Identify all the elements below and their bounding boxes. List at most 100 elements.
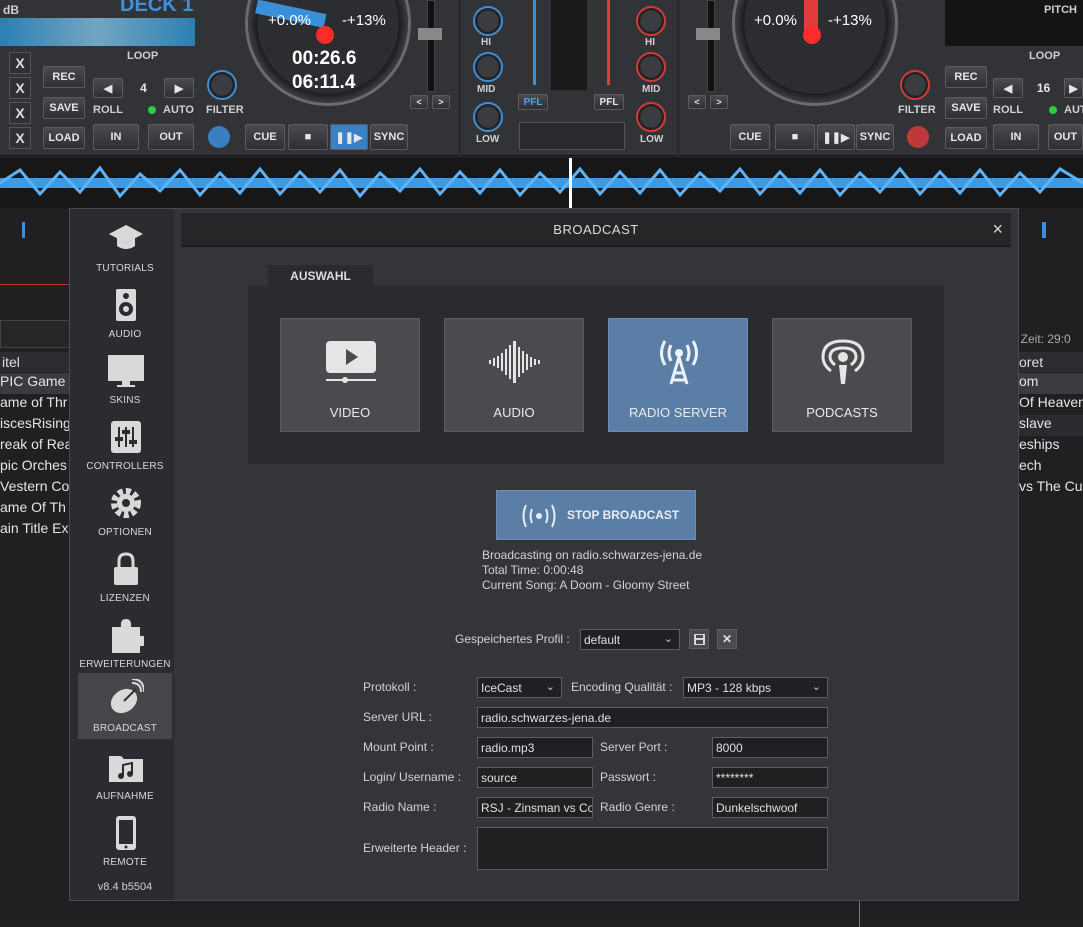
fx-right-icon[interactable] [907, 126, 929, 148]
table-row[interactable]: ech [1019, 457, 1083, 478]
column-header-title[interactable]: itel [2, 354, 20, 370]
volume-fader-right[interactable] [607, 0, 610, 85]
loop-in-right-button[interactable]: IN [993, 124, 1039, 150]
pitch-down-right-button[interactable]: < [688, 95, 706, 109]
sync-button[interactable]: SYNC [370, 124, 408, 150]
play-pause-right-button[interactable]: ❚❚▶ [817, 124, 855, 150]
login-input[interactable]: source [477, 767, 593, 788]
save-right-button[interactable]: SAVE [945, 97, 987, 119]
table-row[interactable]: Vestern Co [0, 478, 69, 499]
pitch-down-button[interactable]: < [410, 95, 428, 109]
search-box[interactable] [0, 320, 71, 348]
radio-genre-input[interactable]: Dunkelschwoof [712, 797, 828, 818]
column-header-right[interactable]: oret [1019, 354, 1043, 370]
loop-next-right-button[interactable]: ▶ [1064, 78, 1083, 98]
cue-right-button[interactable]: CUE [730, 124, 770, 150]
crossfader[interactable] [519, 122, 625, 150]
auto-right-label[interactable]: AUTO [1064, 104, 1083, 116]
extended-header-textarea[interactable] [477, 827, 828, 870]
pitch-fader-right[interactable] [707, 0, 715, 92]
nav-skins[interactable]: SKINS [78, 347, 172, 411]
stop-right-button[interactable]: ■ [775, 124, 815, 150]
pitch-fader-right-handle[interactable] [696, 28, 720, 40]
pitch-up-button[interactable]: > [432, 95, 450, 109]
table-row[interactable]: pic Orches [0, 457, 69, 478]
loop-prev-right-button[interactable]: ◀ [993, 78, 1023, 98]
choice-audio[interactable]: AUDIO [444, 318, 584, 432]
table-row[interactable]: Of Heaven [1019, 394, 1083, 415]
table-row[interactable]: slave [1019, 415, 1083, 436]
load-button[interactable]: LOAD [43, 127, 85, 149]
filter-knob[interactable] [207, 70, 237, 100]
pitch-fader-handle[interactable] [418, 28, 442, 40]
nav-optionen[interactable]: OPTIONEN [78, 479, 172, 543]
waveform-overview[interactable] [0, 158, 1083, 208]
password-input[interactable]: ******** [712, 767, 828, 788]
sync-right-button[interactable]: SYNC [856, 124, 894, 150]
delete-profile-button[interactable]: ✕ [717, 629, 737, 649]
eq-low-right-knob[interactable] [636, 102, 666, 132]
rec-button[interactable]: REC [43, 66, 85, 88]
server-port-input[interactable]: 8000 [712, 737, 828, 758]
nav-lizenzen[interactable]: LIZENZEN [78, 545, 172, 609]
table-row[interactable]: ame of Thr [0, 394, 69, 415]
stop-button[interactable]: ■ [288, 124, 328, 150]
close-icon[interactable]: × [992, 219, 1003, 240]
deck-left-x-button-1[interactable]: X [9, 52, 31, 74]
nav-tutorials[interactable]: TUTORIALS [78, 215, 172, 279]
nav-controllers[interactable]: CONTROLLERS [78, 413, 172, 477]
loop-in-button[interactable]: IN [93, 124, 139, 150]
volume-fader-left[interactable] [533, 0, 536, 85]
radio-name-input[interactable]: RSJ - Zinsman vs Cold [477, 797, 593, 818]
save-profile-button[interactable] [689, 629, 709, 649]
choice-podcasts[interactable]: PODCASTS [772, 318, 912, 432]
table-row[interactable]: eships [1019, 436, 1083, 457]
save-button[interactable]: SAVE [43, 97, 85, 119]
eq-mid-right-knob[interactable] [636, 52, 666, 82]
deck-left-x-button-3[interactable]: X [9, 102, 31, 124]
loop-out-button[interactable]: OUT [148, 124, 194, 150]
nav-erweiterungen[interactable]: ERWEITERUNGEN [78, 611, 172, 675]
table-row[interactable]: PIC Game [0, 373, 69, 394]
choice-radio-server[interactable]: RADIO SERVER [608, 318, 748, 432]
eq-hi-left-knob[interactable] [473, 6, 503, 36]
nav-audio[interactable]: AUDIO [78, 281, 172, 345]
table-row[interactable]: ain Title Ex [0, 520, 69, 541]
server-url-input[interactable]: radio.schwarzes-jena.de [477, 707, 828, 728]
nav-remote[interactable]: REMOTE [78, 809, 172, 873]
load-right-button[interactable]: LOAD [945, 127, 987, 149]
fx-icon[interactable] [208, 126, 230, 148]
encoding-select[interactable]: MP3 - 128 kbps ⌄ [683, 677, 828, 698]
eq-hi-right-knob[interactable] [636, 6, 666, 36]
choice-video[interactable]: VIDEO [280, 318, 420, 432]
profile-select[interactable]: default ⌄ [580, 629, 680, 650]
pfl-right-button[interactable]: PFL [594, 94, 624, 110]
eq-mid-left-knob[interactable] [473, 52, 503, 82]
tab-auswahl[interactable]: AUSWAHL [268, 265, 373, 287]
rec-right-button[interactable]: REC [945, 66, 987, 88]
protokoll-select[interactable]: IceCast ⌄ [477, 677, 562, 698]
auto-label[interactable]: AUTO [163, 104, 194, 116]
pitch-up-right-button[interactable]: > [710, 95, 728, 109]
table-row[interactable]: om [1019, 373, 1083, 394]
table-row[interactable]: vs The Cure [1019, 478, 1083, 499]
table-row[interactable]: ame Of Th [0, 499, 69, 520]
eq-low-left-knob[interactable] [473, 102, 503, 132]
loop-prev-button[interactable]: ◀ [93, 78, 123, 98]
mount-point-input[interactable]: radio.mp3 [477, 737, 593, 758]
loop-next-button[interactable]: ▶ [164, 78, 194, 98]
beat-marker-right [1042, 222, 1046, 238]
filter-right-knob[interactable] [900, 70, 930, 100]
play-pause-button[interactable]: ❚❚▶ [330, 124, 368, 150]
nav-aufnahme[interactable]: AUFNAHME [78, 743, 172, 807]
loop-out-right-button[interactable]: OUT [1048, 124, 1083, 150]
table-row[interactable]: reak of Rea [0, 436, 69, 457]
cue-button[interactable]: CUE [245, 124, 285, 150]
pfl-left-button[interactable]: PFL [518, 94, 548, 110]
table-row[interactable]: iscesRising [0, 415, 69, 436]
stop-broadcast-button[interactable]: STOP BROADCAST [496, 490, 696, 540]
deck-left-x-button-2[interactable]: X [9, 77, 31, 99]
pitch-fader[interactable] [427, 0, 435, 92]
nav-broadcast[interactable]: BROADCAST [78, 673, 172, 739]
deck-left-x-button-4[interactable]: X [9, 127, 31, 149]
